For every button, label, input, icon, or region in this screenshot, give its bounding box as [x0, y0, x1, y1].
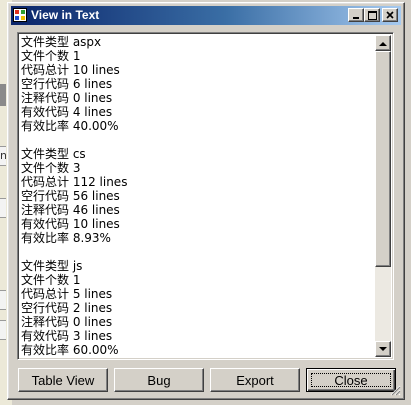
background-panel: [0, 84, 6, 106]
bug-button[interactable]: Bug: [114, 368, 204, 392]
maximize-icon: [367, 10, 377, 20]
background-field: [0, 320, 6, 340]
report-line: [21, 245, 371, 259]
scroll-up-arrow-icon: [379, 41, 387, 46]
report-line: 注释代码 0 lines: [21, 91, 113, 105]
window-title: View in Text: [31, 8, 100, 22]
report-line: [21, 133, 371, 147]
report-line: 代码总计 10 lines: [21, 63, 120, 77]
export-button[interactable]: Export: [210, 368, 300, 392]
background-field: [0, 198, 6, 218]
scroll-thumb[interactable]: [375, 51, 391, 267]
table-view-label: Table View: [31, 372, 95, 388]
scroll-down-button[interactable]: [375, 341, 391, 357]
maximize-button[interactable]: [364, 8, 380, 22]
background-field: ng: [0, 146, 6, 166]
report-line: 有效代码 4 lines: [21, 105, 113, 119]
close-icon: [386, 11, 394, 19]
report-line: 有效比率 60.00%: [21, 343, 119, 357]
export-label: Export: [236, 372, 274, 388]
report-line: 文件类型 aspx: [21, 35, 102, 49]
report-line: 文件个数 3: [21, 161, 81, 175]
report-line: 空行代码 6 lines: [21, 77, 113, 91]
minimize-icon: [353, 17, 359, 19]
report-line: 空行代码 2 lines: [21, 301, 113, 315]
report-line: 文件类型 js: [21, 259, 83, 273]
report-line: 文件个数 1: [21, 273, 81, 287]
report-text: 文件类型 aspx 文件个数 1 代码总计 10 lines 空行代码 6 lines…: [21, 35, 371, 357]
report-line: 文件个数 1: [21, 49, 81, 63]
report-line: 注释代码 0 lines: [21, 315, 113, 329]
view-in-text-dialog: View in Text 文件类型 aspx 文件个数 1 代码总计 10 line…: [7, 2, 405, 400]
report-text-area[interactable]: 文件类型 aspx 文件个数 1 代码总计 10 lines 空行代码 6 lines…: [17, 32, 394, 360]
close-button[interactable]: Close: [306, 368, 396, 392]
table-view-button[interactable]: Table View: [18, 368, 108, 392]
background-field: [0, 290, 6, 310]
report-line: 有效代码 10 lines: [21, 217, 120, 231]
report-line: 有效比率 40.00%: [21, 119, 119, 133]
scroll-down-arrow-icon: [379, 346, 387, 351]
close-window-button[interactable]: [382, 8, 398, 22]
scroll-up-button[interactable]: [375, 35, 391, 51]
vertical-scrollbar[interactable]: [375, 35, 391, 357]
resize-grip-icon[interactable]: [389, 384, 401, 396]
minimize-button[interactable]: [348, 8, 364, 22]
report-line: 代码总计 5 lines: [21, 287, 113, 301]
report-line: 有效比率 8.93%: [21, 231, 111, 245]
bug-label: Bug: [147, 372, 171, 388]
close-label: Close: [334, 372, 368, 388]
report-line: 有效代码 3 lines: [21, 329, 113, 343]
report-line: 空行代码 56 lines: [21, 189, 120, 203]
app-window-icon: [13, 8, 27, 22]
report-line: 代码总计 112 lines: [21, 175, 128, 189]
report-line: 文件类型 cs: [21, 147, 86, 161]
title-bar[interactable]: View in Text: [11, 6, 401, 25]
report-line: 注释代码 46 lines: [21, 203, 120, 217]
